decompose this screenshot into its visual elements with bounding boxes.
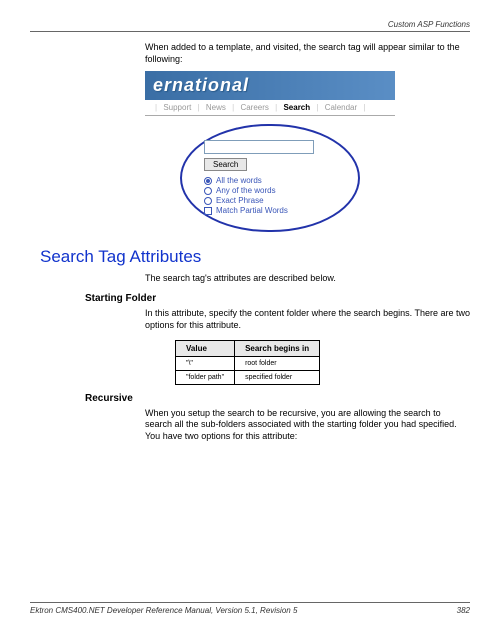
checkbox-option[interactable]: Match Partial Words (204, 206, 336, 215)
checkbox-icon (204, 207, 212, 215)
subsection-body: When you setup the search to be recursiv… (145, 408, 470, 443)
search-button[interactable]: Search (204, 158, 247, 171)
table-header: Search begins in (235, 340, 320, 356)
attribute-table: Value Search begins in "\" root folder "… (175, 340, 320, 385)
table-cell: root folder (235, 356, 320, 370)
radio-icon (204, 177, 212, 185)
search-input[interactable] (204, 140, 314, 154)
radio-label: Any of the words (216, 186, 276, 195)
nav-item: News (206, 103, 226, 112)
intro-paragraph: When added to a template, and visited, t… (145, 42, 470, 65)
nav-item: Support (163, 103, 191, 112)
header-divider (30, 31, 470, 32)
radio-option[interactable]: Any of the words (204, 186, 336, 195)
nav-bar: | Support | News | Careers | Search | Ca… (145, 100, 395, 116)
subsection-heading: Recursive (85, 393, 470, 404)
table-header: Value (176, 340, 235, 356)
table-cell: "folder path" (176, 370, 235, 384)
page-header-category: Custom ASP Functions (30, 20, 470, 29)
footer-title: Ektron CMS400.NET Developer Reference Ma… (30, 606, 297, 615)
search-panel: Search All the words Any of the words Ex… (180, 124, 360, 232)
radio-option[interactable]: Exact Phrase (204, 196, 336, 205)
radio-label: Exact Phrase (216, 196, 264, 205)
radio-label: All the words (216, 176, 262, 185)
nav-item: Careers (240, 103, 268, 112)
nav-item: Calendar (325, 103, 357, 112)
table-row: "\" root folder (176, 356, 320, 370)
screenshot-mock: ernational | Support | News | Careers | … (145, 71, 395, 232)
table-cell: specified folder (235, 370, 320, 384)
subsection-heading: Starting Folder (85, 293, 470, 304)
radio-icon (204, 187, 212, 195)
radio-icon (204, 197, 212, 205)
table-row: "folder path" specified folder (176, 370, 320, 384)
page-number: 382 (457, 606, 470, 615)
checkbox-label: Match Partial Words (216, 206, 288, 215)
radio-option[interactable]: All the words (204, 176, 336, 185)
nav-item-active: Search (283, 103, 310, 112)
section-body: The search tag's attributes are describe… (145, 273, 470, 283)
table-cell: "\" (176, 356, 235, 370)
banner: ernational (145, 71, 395, 100)
section-heading: Search Tag Attributes (40, 247, 470, 267)
page-footer: Ektron CMS400.NET Developer Reference Ma… (30, 602, 470, 615)
subsection-body: In this attribute, specify the content f… (145, 308, 470, 331)
